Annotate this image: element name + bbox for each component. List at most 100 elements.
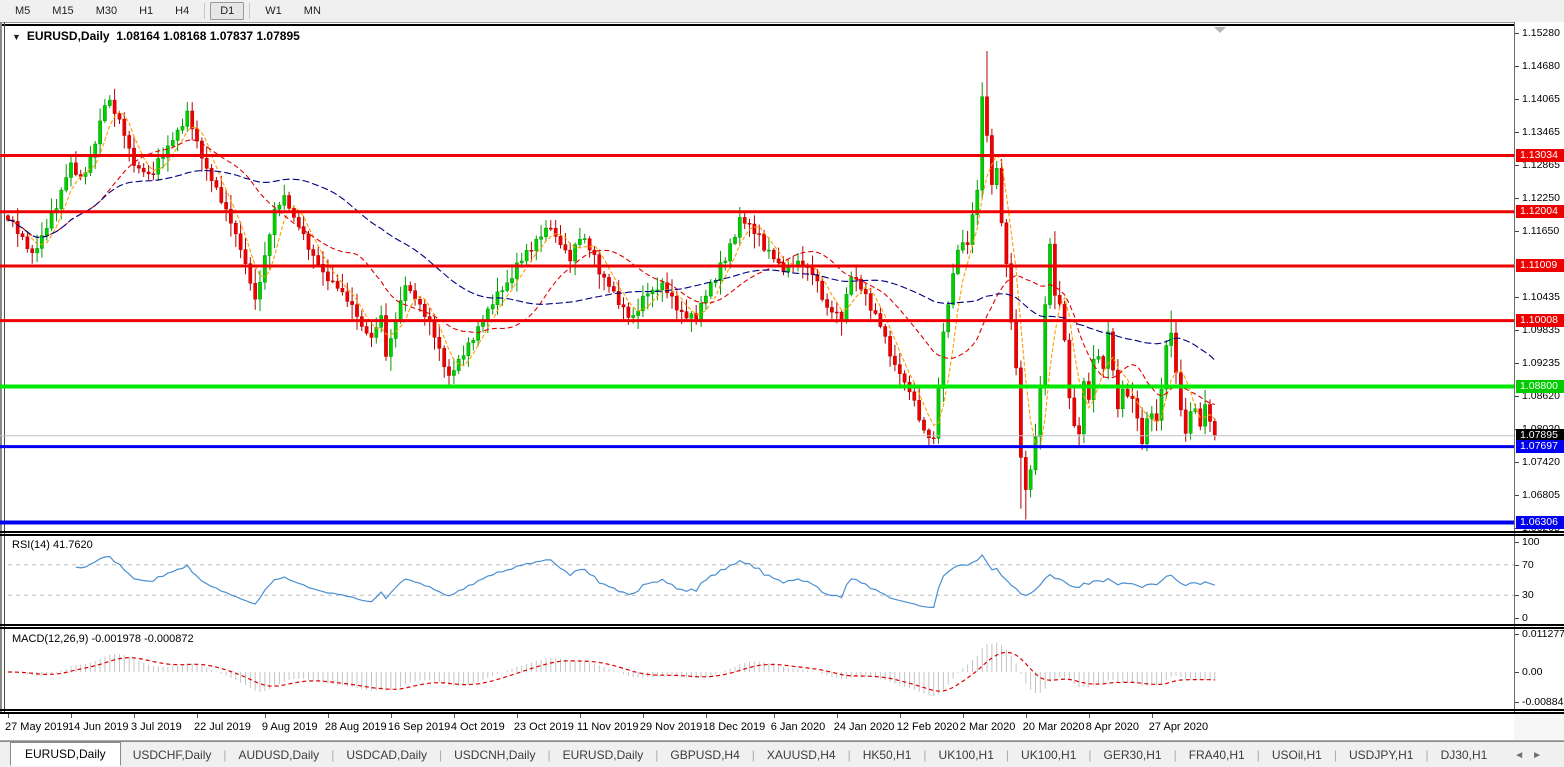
date-tick [836,714,838,718]
axis-tick [1515,198,1519,200]
date-label: 14 Jun 2019 [68,721,129,733]
rsi-header: RSI(14) 41.7620 [12,539,93,551]
level-price-label: 1.10008 [1516,314,1564,328]
price-tick-label: 1.14680 [1522,59,1560,72]
date-tick [705,714,707,718]
chart-tab-usdchf-daily-1[interactable]: USDCHF,Daily [121,745,224,765]
timeframe-button-d1[interactable]: D1 [210,2,245,20]
date-tick [962,714,964,718]
axis-tick [1515,634,1519,635]
axis-corner [1514,714,1564,740]
date-label: 18 Dec 2019 [702,721,766,733]
chart-tab-bar: EURUSD,Daily USDCHF,Daily | AUDUSD,Daily | US… [0,741,1564,767]
price-tick-label: 1.11650 [1522,225,1560,237]
price-tick-label: 0.011277 [1522,628,1564,640]
timeframe-button-w1[interactable]: W1 [255,2,292,20]
date-tick [327,714,329,718]
price-tick-label: 1.09235 [1522,356,1560,369]
chart-tab-uk100-h1-9[interactable]: UK100,H1 [927,745,1006,765]
chart-tab-usdcnh-daily-4[interactable]: USDCNH,Daily [442,745,547,765]
tab-scroll-left-icon[interactable]: ◄ [1514,750,1532,761]
chart-tab-dj30-h1-15[interactable]: DJ30,H1 [1429,745,1500,765]
date-label: 23 Oct 2019 [513,721,574,733]
axis-tick [1515,672,1519,673]
level-price-label: 1.11009 [1516,259,1564,273]
date-tick [773,714,775,718]
rsi-pane[interactable] [0,536,1514,624]
date-label: 22 Jul 2019 [194,721,251,733]
axis-tick [1515,33,1519,34]
date-label: 9 Aug 2019 [261,721,318,733]
date-label: 11 Nov 2019 [576,721,639,733]
axis-tick [1515,564,1519,566]
timeframe-button-mn[interactable]: MN [294,2,331,20]
date-label: 6 Jan 2020 [770,721,826,733]
chart-tab-ger30-h1-11[interactable]: GER30,H1 [1092,745,1174,765]
date-label: 16 Sep 2019 [387,721,451,733]
pane-separator[interactable] [0,531,1564,533]
chart-tab-hk50-h1-8[interactable]: HK50,H1 [851,745,924,765]
price-tick-label: 100 [1522,536,1540,548]
timeframe-button-m30[interactable]: M30 [86,2,127,20]
chart-ohlc-header: ▼ EURUSD,Daily 1.08164 1.08168 1.07837 1.… [12,29,300,43]
date-tick [1088,714,1090,718]
axis-tick [1515,164,1519,166]
macd-pane[interactable] [0,629,1514,709]
date-tick [899,714,901,718]
axis-tick [1515,330,1519,331]
pane-separator[interactable] [0,534,1564,536]
price-tick-label: 30 [1522,589,1534,602]
date-tick [71,714,72,718]
date-label: 2 Mar 2020 [959,721,1016,733]
date-label: 20 Mar 2020 [1022,721,1085,733]
timeframe-button-m5[interactable]: M5 [5,2,40,20]
price-tick-label: 1.15280 [1522,27,1560,39]
price-tick-label: 1.12250 [1522,192,1560,205]
date-label: 4 Oct 2019 [450,721,505,733]
axis-tick [1515,231,1519,232]
date-tick [516,714,518,718]
axis-tick [1515,65,1519,67]
chart-tab-gbpusd-h4-6[interactable]: GBPUSD,H4 [658,745,751,765]
date-tick [8,714,9,718]
axis-tick [1515,542,1519,543]
level-price-label: 1.06306 [1516,515,1564,529]
axis-tick [1515,595,1519,597]
price-tick-label: 1.07420 [1522,455,1560,468]
price-tick-label: 1.06805 [1522,489,1560,502]
chart-tab-audusd-daily-2[interactable]: AUDUSD,Daily [227,745,332,765]
pane-separator[interactable] [0,624,1564,626]
price-tick-label: 0 [1522,612,1528,624]
price-chart[interactable] [0,26,1514,531]
chart-tab-eurusd-daily-0[interactable]: EURUSD,Daily [10,742,121,766]
date-tick [197,714,199,718]
axis-tick [1515,618,1519,619]
date-label: 12 Feb 2020 [896,721,959,733]
symbol-dropdown-icon[interactable]: ▼ [12,32,21,42]
chart-tab-uk100-h1-10[interactable]: UK100,H1 [1009,745,1088,765]
level-price-label: 1.13034 [1516,149,1564,162]
pane-separator[interactable] [0,627,1564,629]
chart-symbol-title: EURUSD,Daily [26,29,110,43]
date-label: 27 May 2019 [5,721,69,733]
chart-ohlc-values: 1.08164 1.08168 1.07837 1.07895 [116,29,300,43]
axis-tick [1515,297,1519,299]
time-axis[interactable]: 27 May 2019 14 Jun 2019 3 Jul 2019 22 Jul 2… [0,714,1514,740]
timeframe-button-h1[interactable]: H1 [129,2,163,20]
price-tick-label: 1.14065 [1522,93,1560,106]
price-axis[interactable]: 1.15280 1.14680 1.14065 1.13465 1.12865 1.122… [1514,22,1564,714]
date-tick [1151,714,1153,718]
date-label: 3 Jul 2019 [131,721,182,733]
chart-tab-usoil-h1-13[interactable]: USOil,H1 [1260,745,1334,765]
date-tick [134,714,135,718]
date-label: 29 Nov 2019 [639,721,703,733]
chart-tab-fra40-h1-12[interactable]: FRA40,H1 [1177,745,1257,765]
timeframe-button-m15[interactable]: M15 [42,2,83,20]
chart-tab-usdcad-daily-3[interactable]: USDCAD,Daily [334,745,439,765]
chart-tab-xauusd-h4-7[interactable]: XAUUSD,H4 [755,745,848,765]
chart-tab-eurusd-daily-5[interactable]: EURUSD,Daily [551,745,656,765]
tab-scroll-right-icon[interactable]: ► [1532,750,1550,761]
chart-tab-usdjpy-h1-14[interactable]: USDJPY,H1 [1337,745,1425,765]
axis-tick [1515,362,1519,364]
timeframe-button-h4[interactable]: H4 [165,2,199,20]
